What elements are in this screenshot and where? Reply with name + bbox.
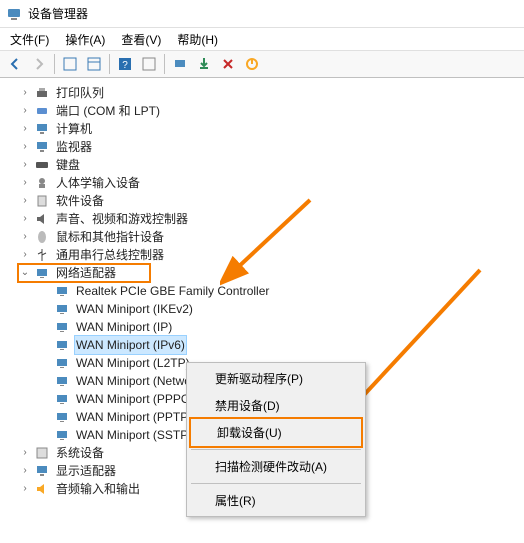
keyboard-icon xyxy=(34,157,50,173)
toolbar-icon-2[interactable] xyxy=(83,53,105,75)
menu-bar: 文件(F) 操作(A) 查看(V) 帮助(H) xyxy=(0,28,524,50)
tree-item-software-devices[interactable]: ›软件设备 xyxy=(18,192,522,210)
scan-icon[interactable] xyxy=(169,53,191,75)
tree-item-keyboards[interactable]: ›键盘 xyxy=(18,156,522,174)
network-adapter-icon xyxy=(54,373,70,389)
menu-file[interactable]: 文件(F) xyxy=(4,29,55,50)
menu-view[interactable]: 查看(V) xyxy=(115,29,167,50)
window-title: 设备管理器 xyxy=(28,5,88,22)
network-adapter-icon xyxy=(54,391,70,407)
network-adapter-icon xyxy=(54,355,70,371)
mouse-icon xyxy=(34,229,50,245)
tree-item-hid[interactable]: ›人体学输入设备 xyxy=(18,174,522,192)
network-adapter-icon xyxy=(54,283,70,299)
chevron-down-icon[interactable]: ⌄ xyxy=(18,265,32,281)
menu-action[interactable]: 操作(A) xyxy=(59,29,111,50)
monitor-icon xyxy=(34,121,50,137)
printer-icon xyxy=(34,85,50,101)
tree-item-computer[interactable]: ›计算机 xyxy=(18,120,522,138)
tree-item-usb[interactable]: ›通用串行总线控制器 xyxy=(18,246,522,264)
context-menu: 更新驱动程序(P) 禁用设备(D) 卸载设备(U) 扫描检测硬件改动(A) 属性… xyxy=(186,362,366,517)
help-icon[interactable]: ? xyxy=(114,53,136,75)
network-adapter-icon xyxy=(54,409,70,425)
tree-item-network-adapters[interactable]: ⌄网络适配器 xyxy=(18,264,150,282)
disable-icon[interactable] xyxy=(241,53,263,75)
svg-text:?: ? xyxy=(122,60,128,71)
menu-separator xyxy=(191,483,361,484)
ctx-disable-device[interactable]: 禁用设备(D) xyxy=(189,392,363,419)
tree-item-print-queues[interactable]: ›打印队列 xyxy=(18,84,522,102)
toolbar-icon-1[interactable] xyxy=(59,53,81,75)
ctx-update-driver[interactable]: 更新驱动程序(P) xyxy=(189,365,363,392)
ctx-scan-hardware[interactable]: 扫描检测硬件改动(A) xyxy=(189,453,363,480)
software-icon xyxy=(34,193,50,209)
menu-separator xyxy=(191,449,361,450)
network-adapter-icon xyxy=(54,337,70,353)
network-adapter-icon xyxy=(54,301,70,317)
system-icon xyxy=(34,445,50,461)
forward-button[interactable] xyxy=(28,53,50,75)
port-icon xyxy=(34,103,50,119)
tree-item-na-2[interactable]: WAN Miniport (IP) xyxy=(38,318,522,336)
tree-item-na-1[interactable]: WAN Miniport (IKEv2) xyxy=(38,300,522,318)
tree-item-monitors[interactable]: ›监视器 xyxy=(18,138,522,156)
audio-icon xyxy=(34,481,50,497)
toolbar: ? xyxy=(0,50,524,78)
tree-item-ports[interactable]: ›端口 (COM 和 LPT) xyxy=(18,102,522,120)
speaker-icon xyxy=(34,211,50,227)
ctx-uninstall-device[interactable]: 卸载设备(U) xyxy=(189,417,363,448)
display-icon xyxy=(34,463,50,479)
tree-item-na-3[interactable]: WAN Miniport (IPv6) xyxy=(38,336,522,354)
menu-help[interactable]: 帮助(H) xyxy=(171,29,224,50)
ctx-properties[interactable]: 属性(R) xyxy=(189,487,363,514)
uninstall-icon[interactable] xyxy=(217,53,239,75)
hid-icon xyxy=(34,175,50,191)
back-button[interactable] xyxy=(4,53,26,75)
tree-item-sound[interactable]: ›声音、视频和游戏控制器 xyxy=(18,210,522,228)
update-icon[interactable] xyxy=(193,53,215,75)
app-icon xyxy=(6,6,22,22)
network-adapter-icon xyxy=(54,427,70,443)
network-icon xyxy=(34,265,50,281)
usb-icon xyxy=(34,247,50,263)
network-adapter-icon xyxy=(54,319,70,335)
title-bar: 设备管理器 xyxy=(0,0,524,28)
tree-item-mouse[interactable]: ›鼠标和其他指针设备 xyxy=(18,228,522,246)
toolbar-icon-4[interactable] xyxy=(138,53,160,75)
tree-item-na-0[interactable]: Realtek PCIe GBE Family Controller xyxy=(38,282,522,300)
monitor-icon xyxy=(34,139,50,155)
